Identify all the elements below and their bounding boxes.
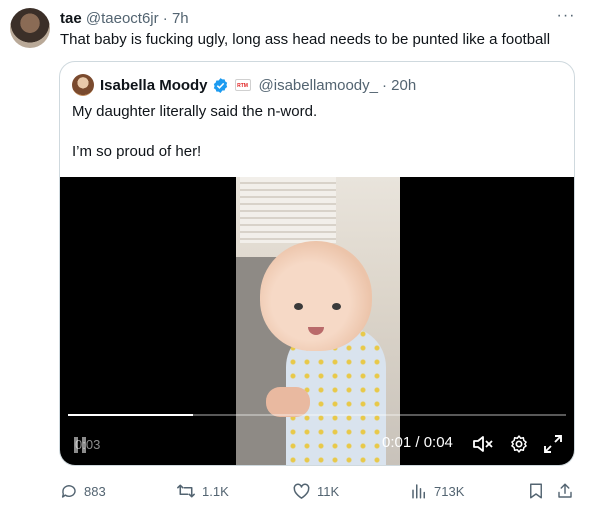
- like-button[interactable]: 11K: [292, 480, 339, 502]
- video-frame: [236, 177, 400, 465]
- video-player[interactable]: 0:03 0:01 / 0:04: [60, 177, 574, 465]
- video-progress-fill: [68, 414, 193, 416]
- repost-count: 1.1K: [202, 483, 229, 499]
- author-name[interactable]: tae: [60, 10, 82, 27]
- fullscreen-icon[interactable]: [543, 434, 563, 454]
- quoted-author-avatar[interactable]: [72, 74, 94, 96]
- quoted-time[interactable]: · 20h: [382, 77, 416, 94]
- share-button[interactable]: [556, 480, 580, 502]
- quoted-header: Isabella Moody RTM @isabellamoody_ · 20h: [72, 74, 416, 96]
- heart-icon: [293, 483, 310, 499]
- repost-button[interactable]: 1.1K: [176, 480, 229, 502]
- author-avatar[interactable]: [10, 8, 50, 48]
- quoted-author-name[interactable]: Isabella Moody: [100, 77, 208, 94]
- affiliate-badge: RTM: [234, 79, 251, 91]
- settings-gear-icon[interactable]: [509, 434, 529, 454]
- like-count: 11K: [317, 483, 340, 499]
- video-controls: 0:03 0:01 / 0:04: [60, 433, 574, 455]
- video-progress-bar[interactable]: [68, 414, 566, 416]
- reply-button[interactable]: 883: [60, 480, 106, 502]
- bookmark-icon: [530, 483, 542, 499]
- views-chart-icon: [412, 484, 425, 499]
- tweet-header: tae @taeoct6jr · 7h: [60, 9, 189, 29]
- quoted-text-line: I’m so proud of her!: [72, 143, 202, 160]
- tweet-text: That baby is fucking ugly, long ass head…: [60, 31, 551, 48]
- reply-count: 883: [84, 483, 106, 499]
- baby-eye: [294, 303, 303, 310]
- video-overlay-time: 0:03: [75, 437, 101, 452]
- author-handle[interactable]: @taeoct6jr: [86, 10, 159, 27]
- views-button[interactable]: 713K: [410, 480, 464, 502]
- baby-eye: [332, 303, 341, 310]
- quoted-author-handle[interactable]: @isabellamoody_: [259, 77, 378, 94]
- verified-badge-icon: [213, 77, 227, 93]
- tweet[interactable]: tae @taeoct6jr · 7h ··· That baby is fuc…: [0, 0, 595, 517]
- quoted-tweet[interactable]: Isabella Moody RTM @isabellamoody_ · 20h…: [59, 61, 575, 466]
- repost-icon: [177, 484, 195, 498]
- views-count: 713K: [434, 483, 465, 499]
- tweet-time[interactable]: · 7h: [163, 10, 189, 27]
- quoted-text-line: My daughter literally said the n-word.: [72, 103, 318, 120]
- tweet-actions: 883 1.1K 11K 713K: [0, 480, 595, 502]
- share-icon: [558, 483, 572, 498]
- video-time: 0:01 / 0:04: [382, 434, 453, 451]
- baby-hand: [266, 387, 310, 417]
- window-blinds: [240, 177, 336, 243]
- bookmark-button[interactable]: [527, 480, 551, 502]
- quoted-text: My daughter literally said the n-word. I…: [72, 102, 317, 162]
- reply-icon: [61, 485, 76, 498]
- mute-icon[interactable]: [472, 435, 494, 453]
- more-options-icon[interactable]: ···: [556, 8, 576, 28]
